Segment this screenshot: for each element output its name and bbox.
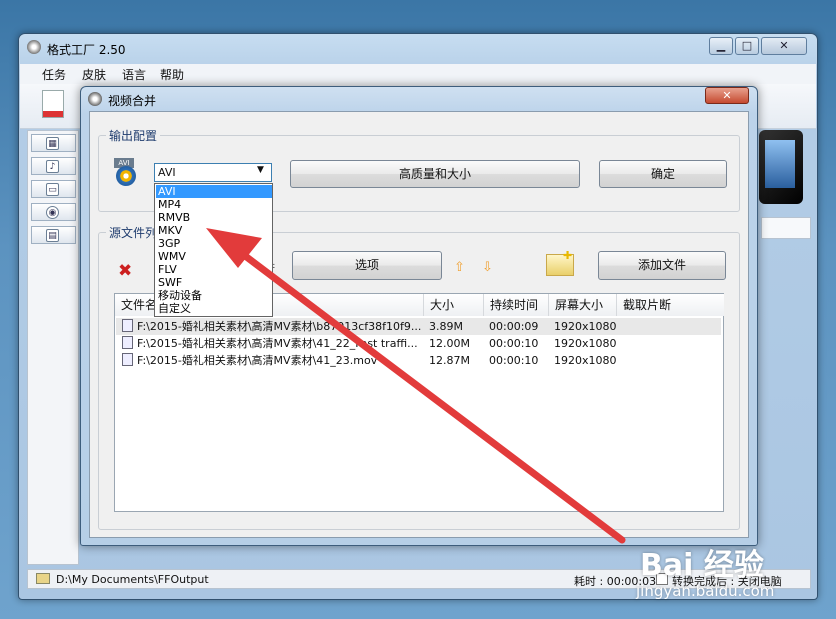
menu-language[interactable]: 语言 (122, 66, 146, 83)
format-option-swf[interactable]: SWF (156, 276, 272, 289)
file-icon (122, 353, 133, 366)
file-name: F:\2015-婚礼相关素材\高清MV素材\41_22_Fast traffi.… (137, 337, 418, 350)
category-panel: ▦ ♪ ▭ ◉ ▤ (27, 130, 79, 565)
watermark-logo: Bai 经验 (640, 548, 764, 583)
ok-button[interactable]: 确定 (599, 160, 727, 188)
format-option-3gp[interactable]: 3GP (156, 237, 272, 250)
close-icon: ✕ (779, 39, 789, 52)
format-option-mkv[interactable]: MKV (156, 224, 272, 237)
category-video[interactable]: ▦ (31, 134, 76, 152)
folder-icon[interactable] (36, 573, 50, 584)
add-folder-icon[interactable]: ✚ (546, 249, 574, 276)
format-combo[interactable]: AVI ▼ (154, 163, 272, 182)
table-row[interactable]: F:\2015-婚礼相关素材\高清MV素材\b87013cf38f10f9...… (116, 318, 721, 335)
menu-task[interactable]: 任务 (42, 66, 66, 83)
move-up-icon[interactable]: ⇧ (454, 260, 465, 275)
format-option-wmv[interactable]: WMV (156, 250, 272, 263)
menu-skin[interactable]: 皮肤 (82, 66, 106, 83)
phone-image (759, 130, 803, 204)
table-row[interactable]: F:\2015-婚礼相关素材\高清MV素材\41_22_Fast traffi.… (116, 335, 721, 352)
format-option-custom[interactable]: 自定义 (156, 302, 272, 315)
column-clip[interactable]: 截取片断 (617, 294, 724, 316)
add-file-button[interactable]: 添加文件 (598, 251, 726, 280)
minimize-icon: ▁ (716, 39, 726, 52)
file-screen: 1920x1080 (554, 337, 617, 350)
output-path[interactable]: D:\My Documents\FFOutput (56, 573, 209, 586)
watermark-url: jingyan.baidu.com (636, 582, 775, 600)
output-config-label: 输出配置 (106, 127, 161, 144)
format-option-avi[interactable]: AVI (156, 185, 272, 198)
music-icon: ♪ (46, 160, 59, 173)
file-size: 12.00M (429, 337, 470, 350)
file-duration: 00:00:10 (489, 354, 539, 367)
file-icon (122, 336, 133, 349)
dialog-close-button[interactable]: ✕ (705, 87, 749, 104)
document-icon[interactable] (42, 90, 64, 118)
minimize-button[interactable]: ▁ (709, 37, 733, 55)
file-duration: 00:00:09 (489, 320, 539, 333)
picture-icon: ▭ (46, 183, 59, 196)
file-screen: 1920x1080 (554, 320, 617, 333)
category-image[interactable]: ▭ (31, 180, 76, 198)
close-icon: ✕ (722, 89, 732, 102)
tools-icon: ▤ (46, 229, 59, 242)
table-row[interactable]: F:\2015-婚礼相关素材\高清MV素材\41_23.mov 12.87M 0… (116, 352, 721, 369)
quality-size-button[interactable]: 高质量和大小 (290, 160, 580, 188)
column-screen-size[interactable]: 屏幕大小 (549, 294, 617, 316)
file-screen: 1920x1080 (554, 354, 617, 367)
file-name: F:\2015-婚礼相关素材\高清MV素材\41_23.mov (137, 354, 378, 367)
chevron-down-icon[interactable]: ▼ (257, 165, 264, 175)
format-option-flv[interactable]: FLV (156, 263, 272, 276)
avi-format-icon: AVI (112, 158, 140, 190)
video-merge-dialog: 视频合并 ✕ 输出配置 AVI AVI ▼ 高质量和大小 确定 源文件列表 ✖ … (80, 86, 758, 546)
category-tools[interactable]: ▤ (31, 226, 76, 244)
move-down-icon[interactable]: ⇩ (482, 260, 493, 275)
category-audio[interactable]: ♪ (31, 157, 76, 175)
file-size: 12.87M (429, 354, 470, 367)
file-duration: 00:00:10 (489, 337, 539, 350)
dialog-client: 输出配置 AVI AVI ▼ 高质量和大小 确定 源文件列表 ✖ ✂ 选项 ⇧ … (89, 111, 749, 538)
file-size: 3.89M (429, 320, 463, 333)
format-option-mp4[interactable]: MP4 (156, 198, 272, 211)
dialog-logo-icon (88, 92, 102, 106)
file-name: F:\2015-婚礼相关素材\高清MV素材\b87013cf38f10f9... (137, 320, 422, 333)
column-size[interactable]: 大小 (424, 294, 484, 316)
video-icon: ▦ (46, 137, 59, 150)
main-window-title: 格式工厂 2.50 (47, 43, 126, 57)
format-dropdown-list[interactable]: AVI MP4 RMVB MKV 3GP WMV FLV SWF 移动设备 自定… (154, 183, 273, 317)
delete-icon[interactable]: ✖ (118, 261, 132, 281)
format-option-mobile[interactable]: 移动设备 (156, 289, 272, 302)
dialog-title: 视频合并 (108, 94, 157, 108)
format-option-rmvb[interactable]: RMVB (156, 211, 272, 224)
maximize-icon: □ (741, 39, 753, 52)
category-rom[interactable]: ◉ (31, 203, 76, 221)
menu-bar: 任务 皮肤 语言 帮助 (20, 64, 816, 84)
options-button[interactable]: 选项 (292, 251, 442, 280)
maximize-button[interactable]: □ (735, 37, 759, 55)
close-button[interactable]: ✕ (761, 37, 807, 55)
app-logo-icon (27, 40, 41, 54)
file-table[interactable]: 文件名 大小 持续时间 屏幕大小 截取片断 F:\2015-婚礼相关素材\高清M… (114, 293, 724, 512)
menu-help[interactable]: 帮助 (160, 66, 184, 83)
combo-value: AVI (158, 166, 176, 179)
disc-icon: ◉ (46, 206, 59, 219)
file-icon (122, 319, 133, 332)
right-header-cell (761, 217, 811, 239)
column-duration[interactable]: 持续时间 (484, 294, 549, 316)
